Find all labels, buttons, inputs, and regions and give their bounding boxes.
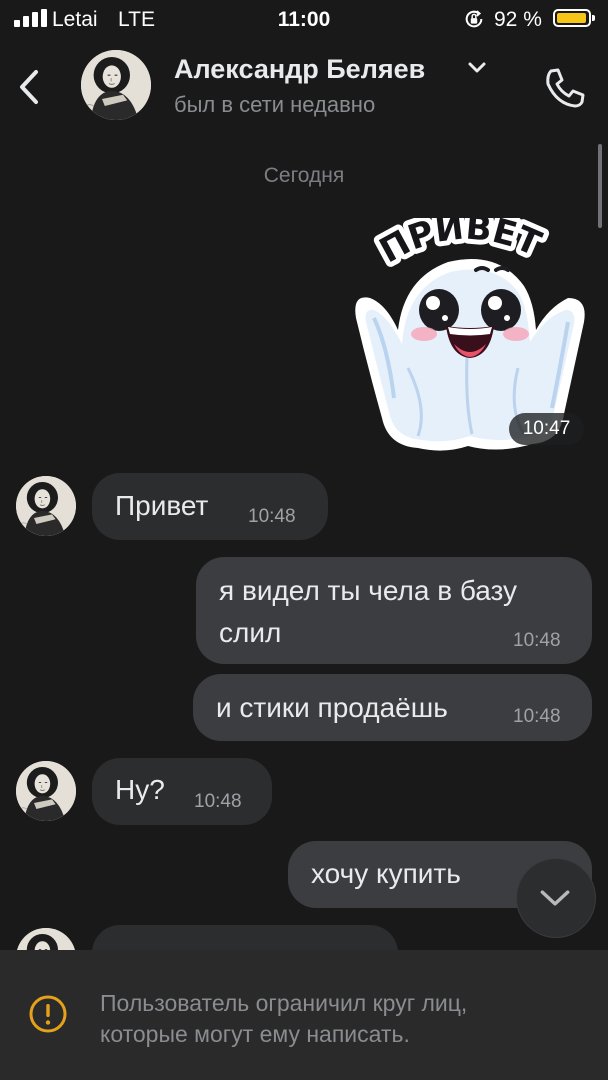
- status-bar: Letai LTE 11:00 92 %: [0, 0, 608, 40]
- chat-header: Александр Беляев был в сети недавно: [0, 40, 608, 140]
- date-divider: Сегодня: [263, 164, 345, 187]
- contact-avatar[interactable]: [81, 50, 151, 120]
- scroll-to-bottom-button[interactable]: [516, 858, 596, 938]
- chevron-left-icon[interactable]: [10, 62, 50, 112]
- restriction-text-line1: Пользователь ограничил круг лиц,: [100, 990, 468, 1016]
- message-bubble-outgoing[interactable]: и стики продаёшь 10:48: [193, 674, 592, 741]
- restriction-text-line2: которые могут ему написать.: [100, 1021, 410, 1047]
- message-time: 10:48: [248, 506, 296, 527]
- warning-icon: [29, 995, 67, 1033]
- orientation-lock-icon: [465, 10, 483, 28]
- message-time: 10:48: [513, 630, 561, 651]
- message-text-line1: я видел ты чела в базу: [219, 575, 518, 606]
- message-text: хочу купить: [311, 858, 461, 889]
- sticker-time: 10:47: [509, 413, 584, 445]
- battery-icon: [553, 9, 595, 27]
- contact-avatar[interactable]: [16, 761, 76, 821]
- contact-status: был в сети недавно: [174, 92, 376, 117]
- restriction-notice: Пользователь ограничил круг лиц, которые…: [0, 950, 608, 1080]
- chevron-down-icon: [540, 890, 570, 906]
- contact-avatar[interactable]: [16, 476, 76, 536]
- message-time: 10:48: [513, 706, 561, 727]
- restriction-text: Пользователь ограничил круг лиц, которые…: [100, 988, 590, 1050]
- message-bubble-outgoing[interactable]: я видел ты чела в базу слил 10:48: [196, 557, 592, 664]
- contact-name[interactable]: Александр Беляев: [174, 54, 425, 85]
- message-bubble-incoming[interactable]: Привет 10:48: [92, 473, 328, 540]
- scrollbar[interactable]: [598, 144, 602, 228]
- message-text: и стики продаёшь: [216, 692, 448, 723]
- message-bubble-incoming[interactable]: Ну? 10:48: [92, 758, 272, 825]
- message-text: Привет: [115, 490, 209, 521]
- message-text: Ну?: [115, 774, 165, 805]
- phone-icon[interactable]: [537, 62, 587, 112]
- battery-percent: 92 %: [494, 8, 542, 31]
- message-time: 10:48: [194, 791, 242, 812]
- message-text-line2: слил: [219, 617, 282, 648]
- chevron-down-icon[interactable]: [466, 60, 488, 76]
